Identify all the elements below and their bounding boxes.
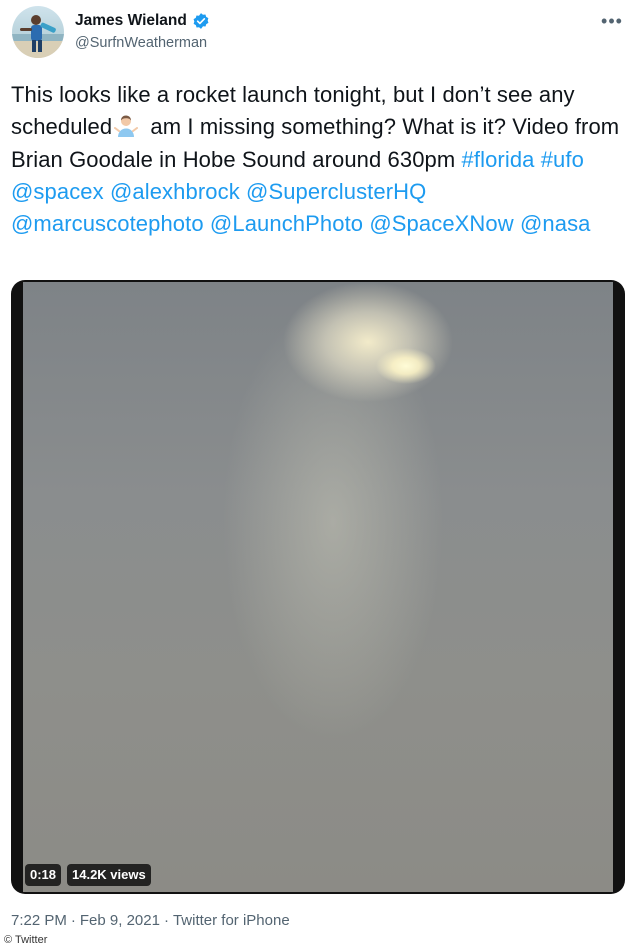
tweet-time[interactable]: 7:22 PM [11, 912, 67, 929]
author-display-name[interactable]: James Wieland [75, 12, 187, 30]
avatar[interactable] [12, 6, 64, 58]
mention-link[interactable]: @marcuscotephoto [11, 211, 204, 236]
verified-badge-icon [193, 13, 209, 29]
author-handle[interactable]: @SurfnWeatherman [75, 35, 207, 51]
more-options-button[interactable]: ••• [600, 10, 624, 32]
tweet-meta: 7:22 PM · Feb 9, 2021 · Twitter for iPho… [11, 912, 290, 929]
mention-link[interactable]: @SuperclusterHQ [246, 179, 426, 204]
tweet-text: This looks like a rocket launch tonight,… [11, 79, 621, 240]
twitter-watermark: © Twitter [0, 933, 52, 947]
mention-link[interactable]: @SpaceXNow [369, 211, 513, 236]
video-player[interactable]: 0:18 14.2K views [11, 280, 625, 894]
avatar-image [12, 15, 64, 58]
tweet-source[interactable]: Twitter for iPhone [173, 912, 290, 929]
hashtag-link[interactable]: #florida [462, 147, 535, 172]
meta-separator: · [70, 912, 76, 929]
tweet-card: James Wieland @SurfnWeatherman ••• This … [0, 0, 640, 947]
man-shrugging-emoji [114, 115, 139, 138]
mention-link[interactable]: @spacex [11, 179, 104, 204]
hashtag-link[interactable]: #ufo [541, 147, 584, 172]
video-duration-badge: 0:18 [25, 864, 62, 886]
mention-link[interactable]: @nasa [520, 211, 591, 236]
tweet-date[interactable]: Feb 9, 2021 [80, 912, 160, 929]
meta-separator: · [163, 912, 169, 929]
mention-link[interactable]: @LaunchPhoto [210, 211, 363, 236]
author-name-row: James Wieland [75, 12, 210, 30]
video-views-badge: 14.2K views [67, 864, 151, 886]
more-options-icon: ••• [601, 11, 623, 31]
mention-link[interactable]: @alexhbrock [110, 179, 240, 204]
video-frame[interactable] [23, 282, 613, 892]
